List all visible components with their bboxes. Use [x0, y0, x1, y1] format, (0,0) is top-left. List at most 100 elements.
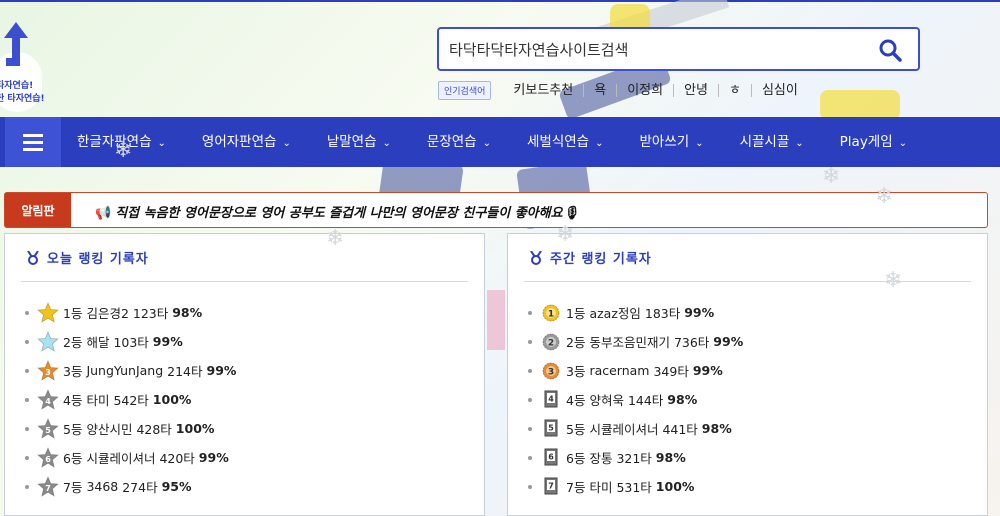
chevron-down-icon: ⌄: [795, 138, 804, 149]
bullet: [528, 339, 532, 344]
bullet: [528, 310, 532, 315]
main-navigation: 한글자판연습 ⌄ 영어자판연습 ⌄ 낱말연습 ⌄ 문장연습 ⌄ 세벌식연습 ⌄ 받아쓰기 ⌄…: [0, 117, 1000, 167]
ranking-row[interactable]: 7 7등 3468 274타 95%: [25, 472, 236, 501]
divider: [524, 281, 971, 282]
notice-text[interactable]: 📢 직접 녹음한 영어문장으로 영어 공부도 즐겁게 나만의 영어문장 친구들이 …: [95, 202, 579, 221]
ranking-row[interactable]: 1등 김은경2 123타 98%: [25, 298, 236, 327]
typing-speed: 441타: [662, 422, 698, 437]
ranking-row[interactable]: 4 4등 양혀욱 144타 98%: [528, 385, 743, 414]
accuracy: 98%: [655, 450, 686, 465]
keyword-link[interactable]: 욕: [584, 83, 618, 97]
ranking-row[interactable]: 2 2등 동부조음민재기 736타 99%: [528, 327, 743, 356]
svg-text:2: 2: [548, 338, 554, 348]
ranking-row[interactable]: 4 4등 타미 542타 100%: [25, 385, 236, 414]
typing-speed: 736타: [673, 335, 710, 350]
nav-item-community[interactable]: 시끌시끌 ⌄: [740, 117, 804, 167]
ranking-row[interactable]: 5 5등 양산시민 428타 100%: [25, 414, 236, 443]
snowflake-icon: ❄: [556, 222, 575, 247]
panel-title: 오늘 랭킹 기록자: [27, 248, 149, 267]
keyword-link[interactable]: 심심이: [752, 84, 808, 97]
flag-icon: 6: [540, 447, 562, 469]
rank-label: 5등: [566, 422, 586, 437]
keyword-link[interactable]: 키보드추천: [503, 83, 585, 97]
rank-label: 7등: [566, 480, 586, 495]
ranking-row[interactable]: 2등 해달 103타 99%: [25, 327, 236, 356]
menu-icon: [23, 148, 43, 151]
svg-text:3: 3: [45, 368, 51, 377]
star-gray-icon: 6: [37, 446, 59, 469]
star-gold-icon: [37, 301, 59, 324]
chevron-down-icon: ⌄: [695, 138, 704, 149]
search-icon[interactable]: [878, 38, 904, 62]
accuracy: 99%: [198, 450, 229, 465]
typing-speed: 123타: [132, 306, 169, 321]
rank-label: 2등: [566, 335, 586, 350]
keyword-link[interactable]: 이정희: [617, 83, 675, 97]
ranking-row[interactable]: 7 7등 타미 531타 100%: [528, 472, 743, 501]
bullet: [25, 368, 29, 373]
divider: [21, 281, 468, 282]
nav-item-sebeolsik[interactable]: 세벌식연습 ⌄: [527, 117, 604, 167]
logo-arrow-icon: [4, 22, 28, 66]
site-logo[interactable]: 타자연습! 탄 타자연습!: [0, 22, 48, 118]
svg-text:1: 1: [548, 309, 554, 319]
snowflake-icon: ❄: [875, 184, 894, 209]
background-shape: [820, 90, 900, 120]
user-name: azaz정임: [589, 306, 641, 321]
popular-keywords: 인기검색어 키보드추천 욕 이정희 안녕 ㅎ 심심이: [438, 80, 808, 100]
user-name: 타미: [589, 480, 613, 495]
nav-item-sentence-practice[interactable]: 문장연습 ⌄: [427, 117, 491, 167]
ranking-row[interactable]: 5 5등 시큘레이셔너 441타 98%: [528, 414, 743, 443]
weekly-ranking-panel: 주간 랭킹 기록자 1 1등 azaz정임 183타 99% 2 2등 동부조음민재기 …: [507, 233, 988, 516]
flag-icon: 5: [540, 418, 562, 440]
rank-label: 6등: [566, 451, 586, 466]
svg-text:5: 5: [548, 423, 554, 432]
bullet: [528, 484, 532, 489]
ranking-row[interactable]: 1 1등 azaz정임 183타 99%: [528, 298, 743, 327]
user-name: 양혀욱: [589, 393, 624, 408]
accuracy: 99%: [152, 334, 183, 349]
svg-text:7: 7: [548, 481, 554, 490]
svg-text:5: 5: [45, 426, 51, 435]
keyword-link[interactable]: 안녕: [674, 83, 719, 97]
nav-item-english-keyboard[interactable]: 영어자판연습 ⌄: [202, 117, 291, 167]
bullet: [25, 484, 29, 489]
typing-speed: 214타: [167, 364, 203, 379]
star-light-icon: [37, 330, 59, 353]
ranking-row[interactable]: 3 3등 JungYunJang 214타 99%: [25, 356, 236, 385]
svg-text:3: 3: [548, 367, 554, 377]
snowflake-icon: ❄: [822, 164, 841, 189]
typing-speed: 274타: [122, 480, 158, 495]
background-shape: [487, 290, 505, 350]
keyword-link[interactable]: ㅎ: [719, 83, 752, 97]
nav-item-play-game[interactable]: Play게임 ⌄: [840, 117, 907, 167]
notice-label: 알림판: [5, 193, 71, 227]
chevron-down-icon: ⌄: [157, 138, 166, 149]
chevron-down-icon: ⌄: [482, 138, 491, 149]
accuracy: 98%: [667, 392, 698, 407]
megaphone-icon: 📢: [95, 206, 112, 221]
rank-label: 5등: [63, 422, 83, 437]
accuracy: 95%: [161, 479, 192, 494]
ranking-row[interactable]: 6 6등 장통 321타 98%: [528, 443, 743, 472]
panel-title: 주간 랭킹 기록자: [530, 248, 652, 267]
rank-label: 4등: [63, 393, 83, 408]
rank-label: 6등: [63, 451, 83, 466]
weekly-ranking-list: 1 1등 azaz정임 183타 99% 2 2등 동부조음민재기 736타 99% 3 3등…: [528, 298, 743, 501]
star-gray-icon: 7: [37, 475, 59, 498]
nav-item-word-practice[interactable]: 낱말연습 ⌄: [327, 117, 391, 167]
nav-item-dictation[interactable]: 받아쓰기 ⌄: [640, 117, 704, 167]
notice-board: 알림판 📢 직접 녹음한 영어문장으로 영어 공부도 즐겁게 나만의 영어문장 친…: [4, 192, 988, 228]
search-input[interactable]: [449, 38, 869, 60]
star-bronze-icon: 3: [37, 359, 59, 382]
typing-speed: 349타: [653, 364, 689, 379]
svg-text:6: 6: [45, 455, 51, 464]
ranking-row[interactable]: 6 6등 시큘레이셔너 420타 99%: [25, 443, 236, 472]
user-name: 타미: [86, 393, 110, 408]
rank-label: 4등: [566, 393, 586, 408]
today-ranking-list: 1등 김은경2 123타 98% 2등 해달 103타 99% 3 3등 JungYunJ…: [25, 298, 236, 501]
typing-speed: 428타: [136, 422, 172, 437]
ranking-row[interactable]: 3 3등 racernam 349타 99%: [528, 356, 743, 385]
menu-button[interactable]: [5, 117, 61, 167]
user-name: 양산시민: [86, 422, 133, 437]
